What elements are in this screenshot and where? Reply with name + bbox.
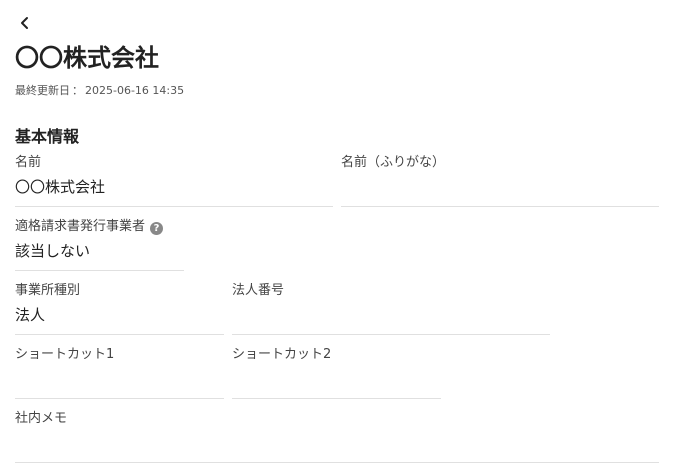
shortcut2-field[interactable]: ショートカット2 <box>232 347 441 399</box>
shortcut1-underline <box>15 398 224 399</box>
office-type-label: 事業所種別 <box>15 283 81 298</box>
shortcut2-underline <box>232 398 441 399</box>
name-kana-value <box>341 177 659 197</box>
name-field[interactable]: 名前 〇〇株式会社 <box>15 155 333 207</box>
chevron-left-icon <box>21 17 28 29</box>
corporate-number-field[interactable]: 法人番号 <box>232 283 550 335</box>
shortcut2-value <box>232 369 441 389</box>
name-kana-field[interactable]: 名前（ふりがな） <box>341 155 659 207</box>
invoice-issuer-label: 適格請求書発行事業者 <box>15 219 146 234</box>
invoice-issuer-value: 該当しない <box>15 242 91 260</box>
shortcut1-value <box>15 369 224 389</box>
office-type-field[interactable]: 事業所種別 法人 <box>15 283 224 335</box>
shortcut1-field[interactable]: ショートカット1 <box>15 347 224 399</box>
shortcut1-label: ショートカット1 <box>15 347 115 362</box>
name-label: 名前 <box>15 155 42 170</box>
invoice-issuer-underline <box>15 270 184 271</box>
last-updated: 最終更新日： 2025-06-16 14:35 <box>15 82 184 98</box>
back-button[interactable] <box>12 10 38 36</box>
section-title-basic-info: 基本情報 <box>15 127 80 146</box>
name-kana-underline <box>341 206 659 207</box>
corporate-number-underline <box>232 334 550 335</box>
memo-field[interactable]: 社内メモ <box>15 411 659 463</box>
corporate-number-value <box>232 305 550 325</box>
shortcut2-label: ショートカット2 <box>232 347 332 362</box>
memo-underline <box>15 462 659 463</box>
corporate-number-label: 法人番号 <box>232 283 285 298</box>
invoice-issuer-field[interactable]: 適格請求書発行事業者? 該当しない <box>15 219 184 271</box>
page-title: 〇〇株式会社 <box>15 44 159 72</box>
name-kana-label: 名前（ふりがな） <box>341 155 446 170</box>
invoice-issuer-label-row: 適格請求書発行事業者? <box>15 219 184 235</box>
office-type-underline <box>15 334 224 335</box>
last-updated-label: 最終更新日 <box>15 84 70 97</box>
name-underline <box>15 206 333 207</box>
last-updated-separator: ： <box>72 84 83 97</box>
name-value: 〇〇株式会社 <box>15 178 106 196</box>
memo-label: 社内メモ <box>15 411 68 426</box>
office-type-value: 法人 <box>15 306 46 324</box>
last-updated-value: 2025-06-16 14:35 <box>85 84 185 97</box>
memo-value <box>15 433 659 453</box>
help-icon[interactable]: ? <box>150 222 164 235</box>
